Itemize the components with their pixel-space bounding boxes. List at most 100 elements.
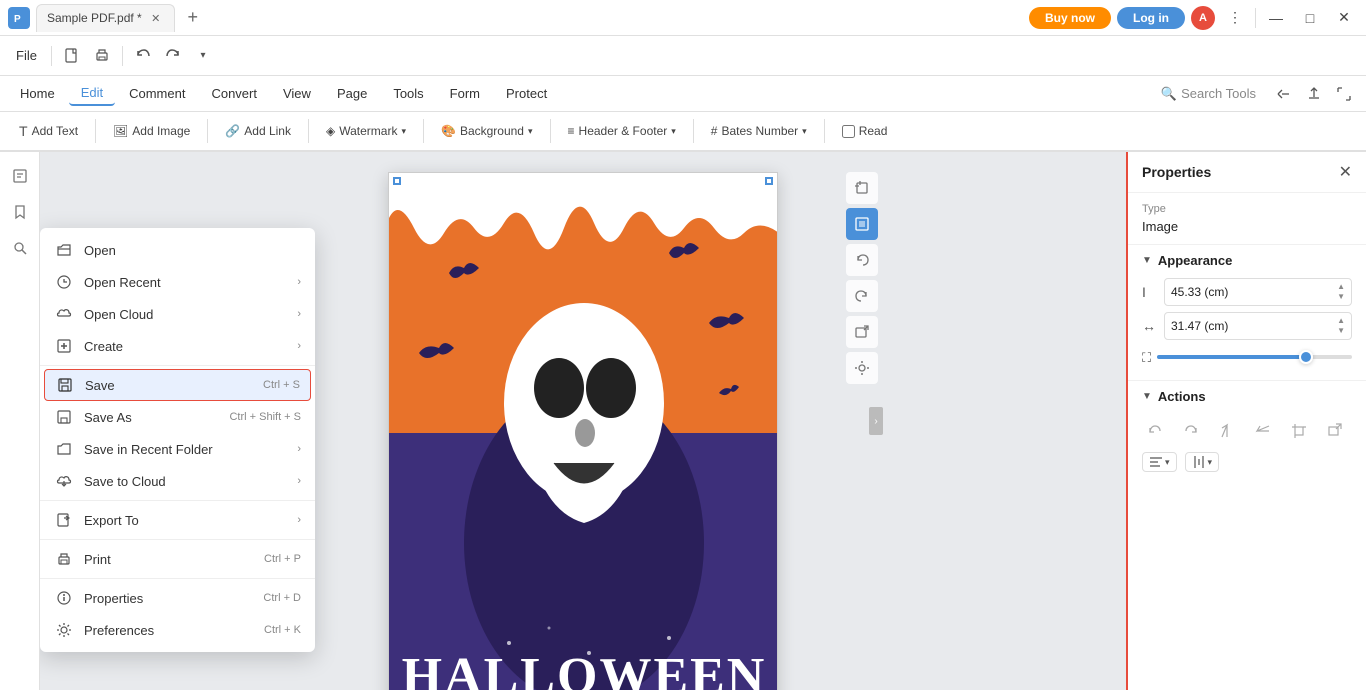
replace-image-icon[interactable] <box>846 316 878 348</box>
menu-item-open-cloud[interactable]: Open Cloud › <box>40 298 315 330</box>
left-icon-search[interactable] <box>4 232 36 264</box>
new-document-icon[interactable] <box>58 42 86 70</box>
menu-view[interactable]: View <box>271 82 323 105</box>
menu-item-save-cloud[interactable]: Save to Cloud › <box>40 465 315 497</box>
watermark-button[interactable]: ◈ Watermark ▾ <box>315 119 417 143</box>
type-value: Image <box>1142 219 1352 234</box>
undo-icon[interactable] <box>129 42 157 70</box>
add-text-button[interactable]: T Add Text <box>8 118 89 144</box>
opacity-slider[interactable] <box>1157 355 1352 361</box>
menu-home[interactable]: Home <box>8 82 67 105</box>
dropdown-icon[interactable]: ▾ <box>189 42 217 70</box>
menu-item-open[interactable]: Open <box>40 234 315 266</box>
action-flip-h[interactable] <box>1214 418 1240 444</box>
menu-comment[interactable]: Comment <box>117 82 197 105</box>
left-icon-bookmarks[interactable] <box>4 196 36 228</box>
tab-close-button[interactable]: ✕ <box>148 10 164 26</box>
menu-item-print[interactable]: Print Ctrl + P <box>40 543 315 575</box>
read-checkbox[interactable] <box>842 125 855 138</box>
action-crop[interactable] <box>1286 418 1312 444</box>
minimize-button[interactable]: — <box>1262 4 1290 32</box>
page-nav-arrow[interactable]: › <box>869 407 883 435</box>
login-button[interactable]: Log in <box>1117 7 1185 29</box>
create-label: Create <box>84 339 287 354</box>
action-flip-v[interactable] <box>1250 418 1276 444</box>
add-link-button[interactable]: 🔗 Add Link <box>214 119 302 143</box>
file-menu-button[interactable]: File <box>8 42 45 70</box>
crop-icon[interactable] <box>846 172 878 204</box>
menu-convert[interactable]: Convert <box>199 82 269 105</box>
more-options-button[interactable]: ⋮ <box>1221 4 1249 32</box>
bates-number-button[interactable]: # Bates Number ▾ <box>700 119 818 143</box>
menu-item-properties[interactable]: Properties Ctrl + D <box>40 582 315 614</box>
selection-handle-tl[interactable] <box>393 177 401 185</box>
actions-title: Actions <box>1158 389 1206 404</box>
menu-item-save-recent[interactable]: Save in Recent Folder › <box>40 433 315 465</box>
settings-icon[interactable] <box>846 352 878 384</box>
appearance-section-header[interactable]: ▼ Appearance <box>1128 245 1366 274</box>
action-rotate-right[interactable] <box>1178 418 1204 444</box>
height-spinbox[interactable]: 45.33 (cm) ▲ ▼ <box>1164 278 1352 306</box>
edit-sep-3 <box>308 119 309 143</box>
rotate-right-icon[interactable] <box>846 280 878 312</box>
sidebar-close-button[interactable]: ✕ <box>1339 162 1352 182</box>
create-arrow: › <box>297 340 301 352</box>
menu-item-save-as[interactable]: Save As Ctrl + Shift + S <box>40 401 315 433</box>
selection-handle-tr[interactable] <box>765 177 773 185</box>
menu-edit[interactable]: Edit <box>69 81 115 106</box>
align-dropdown[interactable]: ▾ <box>1142 452 1177 472</box>
width-down-arrow[interactable]: ▼ <box>1337 326 1345 336</box>
actions-section-header[interactable]: ▼ Actions <box>1128 381 1366 410</box>
open-label: Open <box>84 243 301 258</box>
upload-icon[interactable] <box>1300 80 1328 108</box>
close-button[interactable]: ✕ <box>1330 4 1358 32</box>
app-icon: P <box>8 7 30 29</box>
maximize-button[interactable]: □ <box>1296 4 1324 32</box>
distribute-dropdown[interactable]: ▾ <box>1185 452 1220 472</box>
slider-thumb[interactable] <box>1299 350 1313 364</box>
menu-item-export[interactable]: Export To › <box>40 504 315 536</box>
menu-item-preferences[interactable]: Preferences Ctrl + K <box>40 614 315 646</box>
menu-protect[interactable]: Protect <box>494 82 559 105</box>
share-icon[interactable] <box>1270 80 1298 108</box>
header-footer-button[interactable]: ≡ Header & Footer ▾ <box>557 119 687 143</box>
menu-form[interactable]: Form <box>438 82 492 105</box>
print-icon[interactable] <box>88 42 116 70</box>
width-up-arrow[interactable]: ▲ <box>1337 316 1345 326</box>
height-down-arrow[interactable]: ▼ <box>1337 292 1345 302</box>
user-avatar[interactable]: A <box>1191 6 1215 30</box>
menu-tools[interactable]: Tools <box>381 82 435 105</box>
rotate-left-icon[interactable] <box>846 244 878 276</box>
background-button[interactable]: 🎨 Background ▾ <box>430 119 544 143</box>
edit-sep-6 <box>693 119 694 143</box>
height-icon: I <box>1142 284 1158 300</box>
action-rotate-left[interactable] <box>1142 418 1168 444</box>
save-as-icon <box>54 407 74 427</box>
menu-item-open-recent[interactable]: Open Recent › <box>40 266 315 298</box>
width-spinbox[interactable]: 31.47 (cm) ▲ ▼ <box>1164 312 1352 340</box>
add-image-label: Add Image <box>132 124 190 138</box>
dropdown-sep-2 <box>40 500 315 501</box>
action-replace[interactable] <box>1322 418 1348 444</box>
menu-item-save[interactable]: Save Ctrl + S <box>44 369 311 401</box>
expand-icon[interactable] <box>1330 80 1358 108</box>
save-as-label: Save As <box>84 410 219 425</box>
left-icon-pages[interactable] <box>4 160 36 192</box>
add-image-button[interactable]: 🖼 Add Image <box>102 119 201 143</box>
current-tab[interactable]: Sample PDF.pdf * ✕ <box>36 4 175 32</box>
buy-now-button[interactable]: Buy now <box>1029 7 1111 29</box>
menu-page[interactable]: Page <box>325 82 379 105</box>
crop-image-icon[interactable] <box>846 208 878 240</box>
height-up-arrow[interactable]: ▲ <box>1337 282 1345 292</box>
redo-icon[interactable] <box>159 42 187 70</box>
read-label: Read <box>859 124 888 138</box>
save-label: Save <box>85 378 253 393</box>
edit-sep-7 <box>824 119 825 143</box>
add-tab-button[interactable]: + <box>181 6 205 30</box>
edit-sep-1 <box>95 119 96 143</box>
add-link-label: Add Link <box>244 124 291 138</box>
menu-item-create[interactable]: Create › <box>40 330 315 362</box>
search-tools-button[interactable]: 🔍 Search Tools <box>1149 82 1268 106</box>
read-button[interactable]: Read <box>831 119 899 143</box>
background-label: Background <box>460 124 524 138</box>
